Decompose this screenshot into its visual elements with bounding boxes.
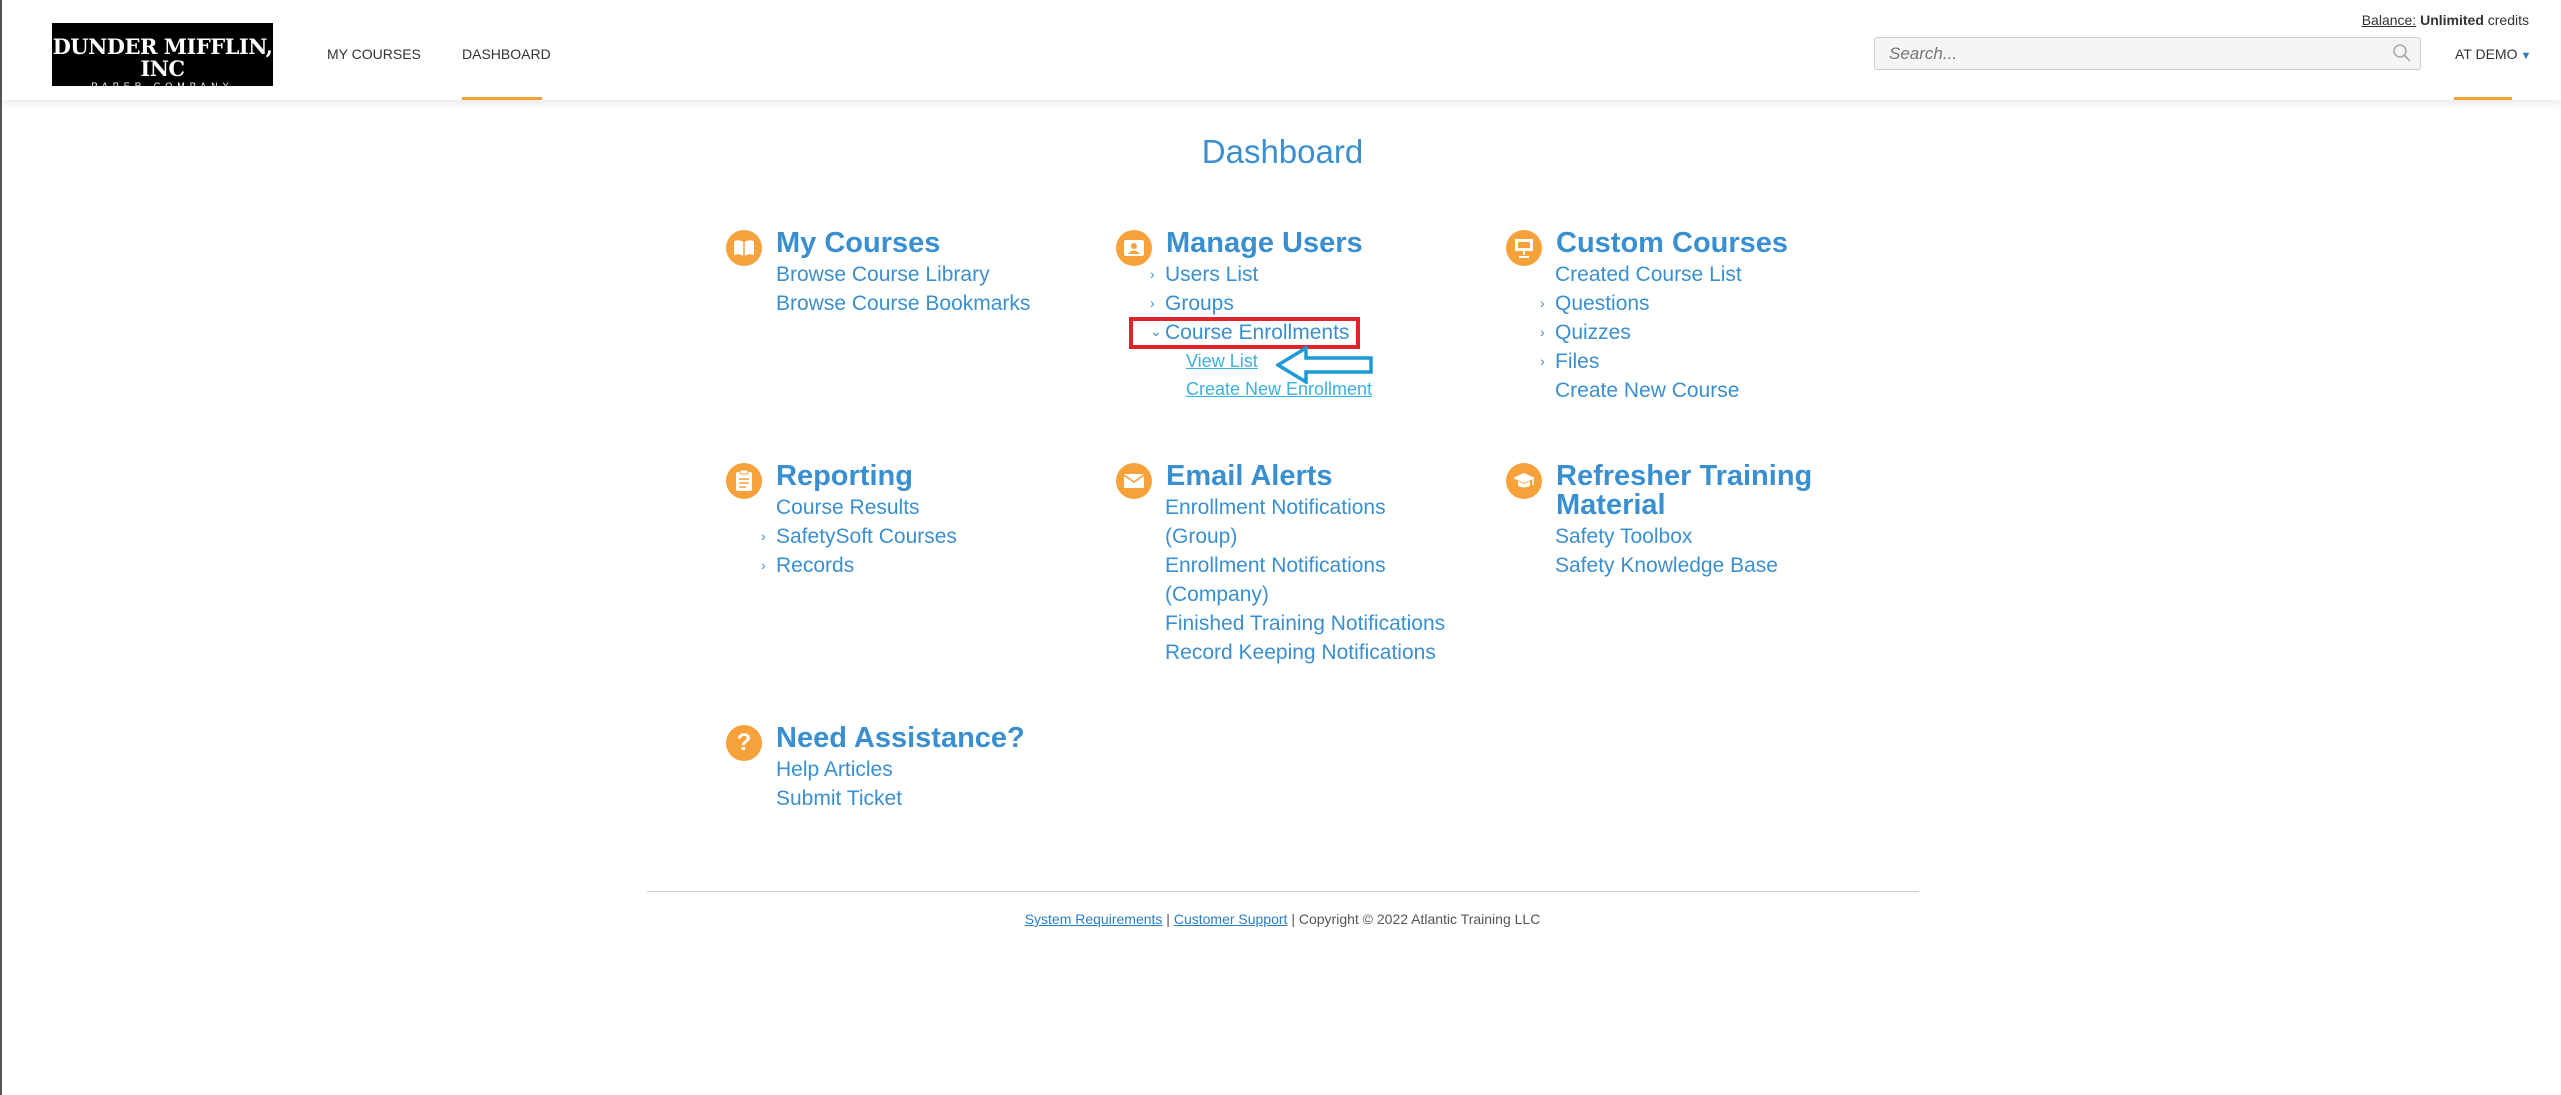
- link-browse-course-library[interactable]: Browse Course Library: [776, 263, 990, 287]
- link-enrollment-notifications-company-suffix[interactable]: (Company): [1165, 583, 1269, 607]
- balance-unit: credits: [2487, 12, 2529, 28]
- link-records[interactable]: Records: [776, 554, 854, 578]
- section-title-line-2: Material: [1556, 489, 1666, 521]
- link-customer-support[interactable]: Customer Support: [1174, 911, 1288, 927]
- chevron-right-icon: ›: [1540, 324, 1545, 340]
- nav-dashboard-active-indicator: [462, 97, 542, 100]
- link-questions[interactable]: Questions: [1555, 292, 1650, 316]
- link-enrollment-notifications-group[interactable]: Enrollment Notifications: [1165, 496, 1386, 520]
- section-title-email-alerts[interactable]: Email Alerts: [1166, 462, 1333, 491]
- caret-down-icon: ▼: [2520, 50, 2532, 62]
- nav-my-courses[interactable]: MY COURSES: [327, 46, 421, 62]
- footer: System Requirements | Customer Support |…: [2, 911, 2561, 927]
- link-quizzes[interactable]: Quizzes: [1555, 321, 1631, 345]
- arrow-left-icon: [1276, 346, 1373, 384]
- clipboard-icon: [726, 463, 762, 499]
- link-created-course-list[interactable]: Created Course List: [1555, 263, 1742, 287]
- link-enrollment-notifications-company[interactable]: Enrollment Notifications: [1165, 554, 1386, 578]
- question-icon: ?: [726, 725, 762, 761]
- search-input[interactable]: [1887, 43, 2371, 65]
- link-users-list[interactable]: Users List: [1165, 263, 1258, 287]
- presentation-icon: [1506, 230, 1542, 266]
- chevron-right-icon: ›: [1150, 266, 1155, 282]
- balance-value: Unlimited: [2420, 12, 2484, 28]
- link-submit-ticket[interactable]: Submit Ticket: [776, 787, 902, 811]
- link-safety-knowledge-base[interactable]: Safety Knowledge Base: [1555, 554, 1778, 578]
- chevron-right-icon: ›: [1540, 295, 1545, 311]
- book-icon: [726, 230, 762, 266]
- section-title-refresher-training[interactable]: Refresher Training Material: [1556, 462, 1812, 520]
- link-finished-training-notifications[interactable]: Finished Training Notifications: [1165, 612, 1445, 636]
- footer-separator: |: [1291, 911, 1295, 927]
- link-system-requirements[interactable]: System Requirements: [1025, 911, 1163, 927]
- chevron-right-icon: ›: [1150, 295, 1155, 311]
- chevron-right-icon: ›: [761, 557, 766, 573]
- balance-label[interactable]: Balance:: [2362, 12, 2416, 28]
- top-header: DUNDER MIFFLIN, INC PAPER COMPANY MY COU…: [2, 0, 2561, 100]
- section-title-line-1: Refresher Training: [1556, 460, 1813, 492]
- section-title-need-assistance[interactable]: Need Assistance?: [776, 724, 1025, 753]
- logo-name: DUNDER MIFFLIN, INC: [52, 34, 273, 81]
- search-icon[interactable]: [2392, 43, 2412, 68]
- highlight-box: [1129, 317, 1360, 349]
- link-safetysoft-courses[interactable]: SafetySoft Courses: [776, 525, 957, 549]
- user-menu-indicator: [2454, 97, 2512, 100]
- link-enrollment-notifications-group-suffix[interactable]: (Group): [1165, 525, 1237, 549]
- chevron-right-icon: ›: [761, 528, 766, 544]
- balance-indicator: Balance: Unlimited credits: [2362, 12, 2529, 28]
- section-title-custom-courses[interactable]: Custom Courses: [1556, 229, 1788, 258]
- company-logo[interactable]: DUNDER MIFFLIN, INC PAPER COMPANY: [52, 23, 273, 91]
- link-create-new-course[interactable]: Create New Course: [1555, 379, 1739, 403]
- logo-subtitle: PAPER COMPANY: [91, 81, 234, 91]
- footer-copyright: Copyright © 2022 Atlantic Training LLC: [1298, 911, 1541, 927]
- link-safety-toolbox[interactable]: Safety Toolbox: [1555, 525, 1692, 549]
- section-title-reporting[interactable]: Reporting: [776, 462, 913, 491]
- link-course-results[interactable]: Course Results: [776, 496, 920, 520]
- search-box: [1874, 37, 2421, 70]
- envelope-icon: [1116, 463, 1152, 499]
- link-help-articles[interactable]: Help Articles: [776, 758, 893, 782]
- graduation-cap-icon: [1506, 463, 1542, 499]
- footer-divider: [647, 891, 1919, 892]
- user-menu[interactable]: AT DEMO ▼: [2455, 46, 2531, 62]
- chevron-right-icon: ›: [1540, 353, 1545, 369]
- user-id-icon: [1116, 230, 1152, 266]
- section-title-my-courses[interactable]: My Courses: [776, 229, 940, 258]
- page-title: Dashboard: [1201, 133, 1364, 170]
- link-files[interactable]: Files: [1555, 350, 1599, 374]
- link-view-list[interactable]: View List: [1186, 351, 1258, 372]
- link-record-keeping-notifications[interactable]: Record Keeping Notifications: [1165, 641, 1436, 665]
- link-groups[interactable]: Groups: [1165, 292, 1234, 316]
- section-title-manage-users[interactable]: Manage Users: [1166, 229, 1363, 258]
- user-name: AT DEMO: [2455, 46, 2518, 62]
- link-browse-course-bookmarks[interactable]: Browse Course Bookmarks: [776, 292, 1030, 316]
- footer-separator: |: [1166, 911, 1170, 927]
- nav-dashboard[interactable]: DASHBOARD: [462, 46, 551, 62]
